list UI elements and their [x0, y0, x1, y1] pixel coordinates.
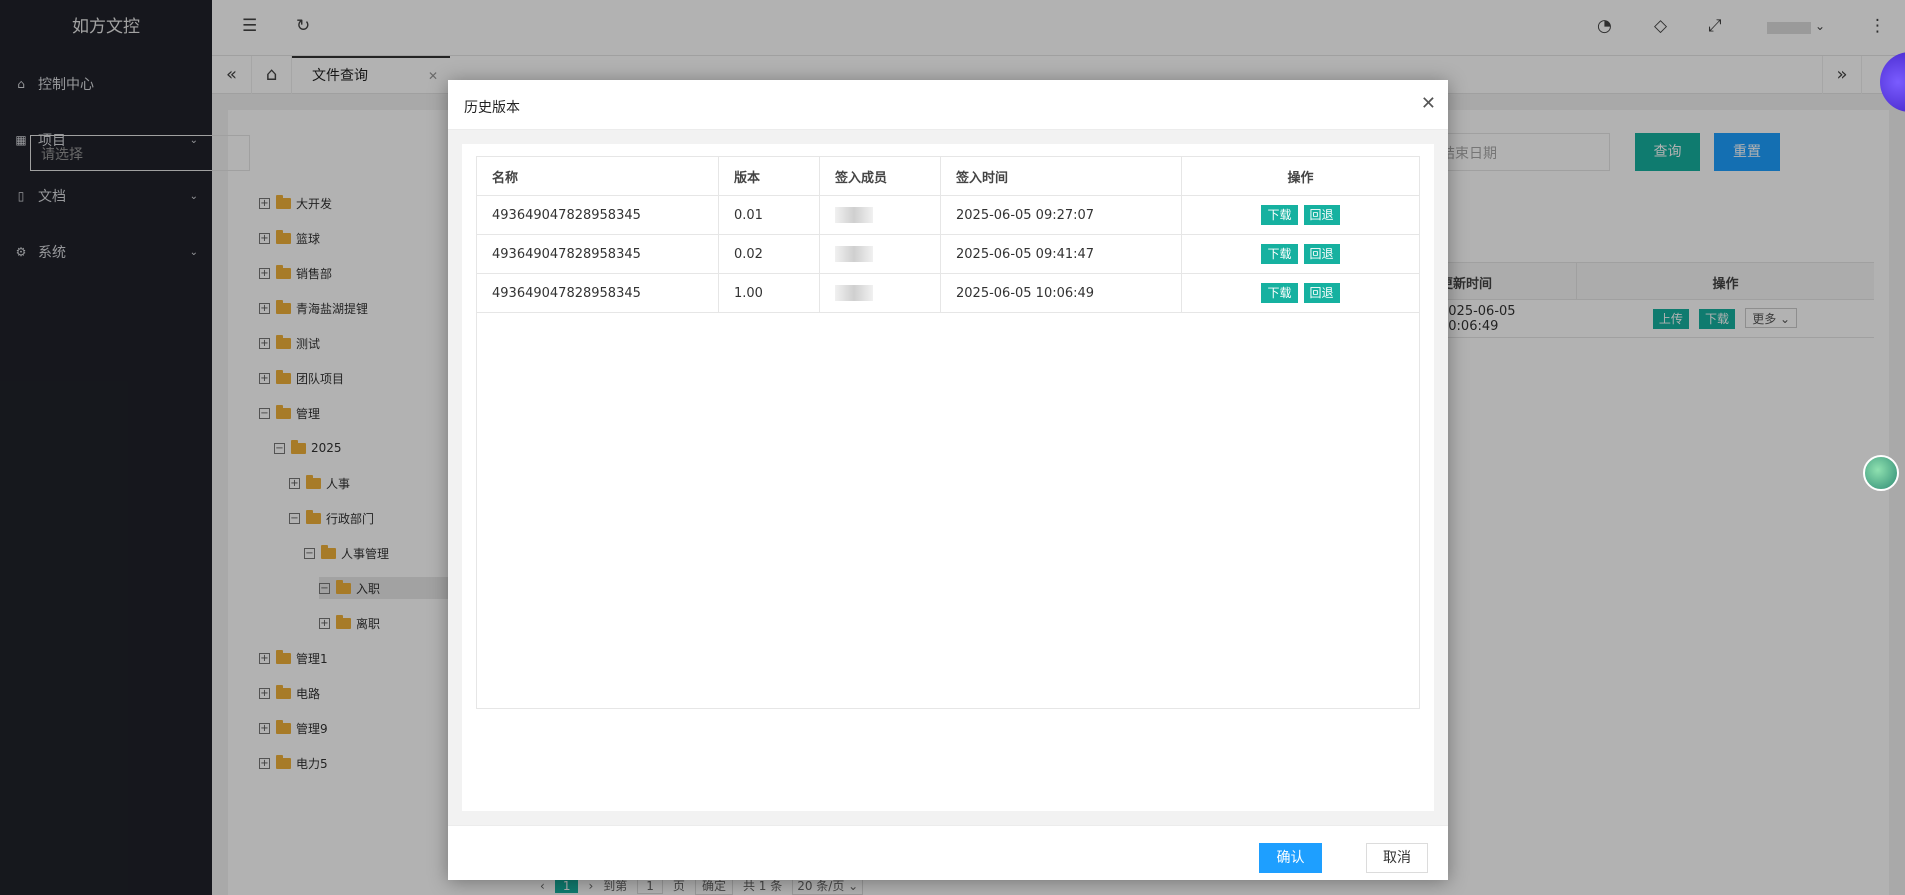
download-button[interactable]: 下载: [1261, 283, 1298, 303]
history-version-dialog: 历史版本 ✕ 名称 版本 签入成员 签入时间 操作 49364904782895…: [448, 80, 1448, 880]
redacted-member: [835, 207, 873, 223]
download-button[interactable]: 下载: [1261, 205, 1298, 225]
column-header-time: 签入时间: [940, 156, 1182, 196]
confirm-button[interactable]: 确认: [1259, 843, 1322, 873]
cell-member: [819, 234, 941, 274]
column-header-actions: 操作: [1181, 156, 1420, 196]
rollback-button[interactable]: 回退: [1303, 244, 1340, 264]
cell-actions: 下载 回退: [1181, 195, 1420, 235]
cell-member: [819, 195, 941, 235]
floating-assistant-icon[interactable]: [1863, 455, 1899, 491]
redacted-member: [835, 246, 873, 262]
cell-version: 0.01: [718, 195, 820, 235]
dialog-header: 历史版本 ✕: [448, 80, 1448, 130]
cell-time: 2025-06-05 09:27:07: [940, 195, 1182, 235]
dialog-footer: 确认 取消: [448, 825, 1448, 880]
rollback-button[interactable]: 回退: [1303, 205, 1340, 225]
cell-time: 2025-06-05 10:06:49: [940, 273, 1182, 313]
cell-name: 493649047828958345: [476, 273, 719, 313]
cell-actions: 下载 回退: [1181, 234, 1420, 274]
version-table: 名称 版本 签入成员 签入时间 操作 493649047828958345 0.0…: [476, 156, 1420, 709]
rollback-button[interactable]: 回退: [1303, 283, 1340, 303]
table-row: 493649047828958345 0.02 2025-06-05 09:41:4…: [476, 234, 1420, 274]
download-button[interactable]: 下载: [1261, 244, 1298, 264]
column-header-version: 版本: [718, 156, 820, 196]
column-header-member: 签入成员: [819, 156, 941, 196]
cell-version: 0.02: [718, 234, 820, 274]
dialog-body: 名称 版本 签入成员 签入时间 操作 493649047828958345 0.0…: [448, 130, 1448, 825]
cell-version: 1.00: [718, 273, 820, 313]
cancel-button[interactable]: 取消: [1366, 843, 1428, 873]
table-row: 493649047828958345 0.01 2025-06-05 09:27:0…: [476, 195, 1420, 235]
cell-name: 493649047828958345: [476, 195, 719, 235]
cell-member: [819, 273, 941, 313]
table-header-row: 名称 版本 签入成员 签入时间 操作: [476, 156, 1420, 196]
cell-time: 2025-06-05 09:41:47: [940, 234, 1182, 274]
table-row: 493649047828958345 1.00 2025-06-05 10:06:4…: [476, 273, 1420, 313]
close-icon[interactable]: ✕: [1421, 93, 1436, 114]
column-header-name: 名称: [476, 156, 719, 196]
version-table-container: 名称 版本 签入成员 签入时间 操作 493649047828958345 0.0…: [462, 144, 1434, 811]
redacted-member: [835, 285, 873, 301]
cell-actions: 下载 回退: [1181, 273, 1420, 313]
empty-table-area: [476, 312, 1420, 709]
cell-name: 493649047828958345: [476, 234, 719, 274]
dialog-title: 历史版本: [464, 100, 520, 116]
